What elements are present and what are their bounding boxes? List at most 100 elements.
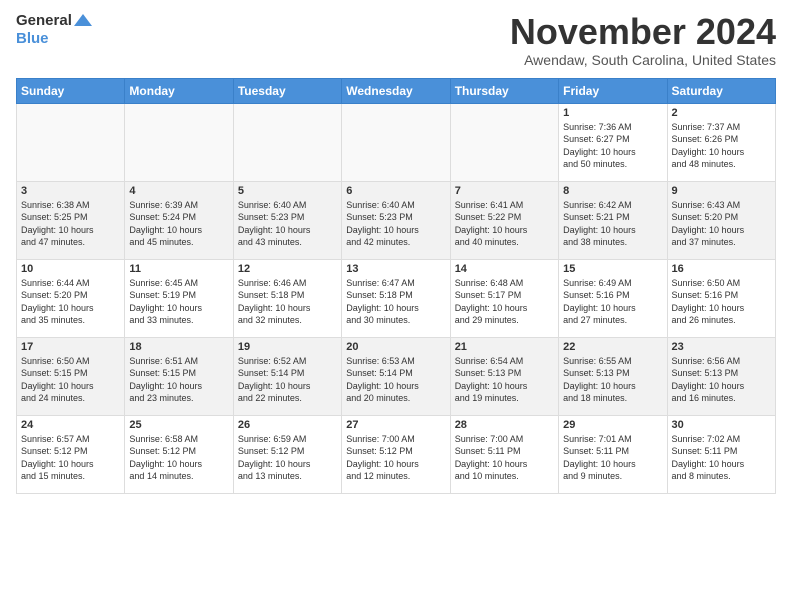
day-info: Sunrise: 6:46 AM Sunset: 5:18 PM Dayligh… (238, 277, 337, 327)
calendar-day-cell (125, 103, 233, 181)
day-info: Sunrise: 6:38 AM Sunset: 5:25 PM Dayligh… (21, 199, 120, 249)
header: General Blue November 2024 Awendaw, Sout… (16, 12, 776, 68)
calendar-week-row: 3 Sunrise: 6:38 AM Sunset: 5:25 PM Daylig… (17, 181, 776, 259)
day-number: 7 (455, 185, 554, 197)
day-info: Sunrise: 7:01 AM Sunset: 5:11 PM Dayligh… (563, 433, 662, 483)
day-info: Sunrise: 6:47 AM Sunset: 5:18 PM Dayligh… (346, 277, 445, 327)
calendar-day-cell: 27 Sunrise: 7:00 AM Sunset: 5:12 PM Dayli… (342, 415, 450, 493)
day-info: Sunrise: 6:58 AM Sunset: 5:12 PM Dayligh… (129, 433, 228, 483)
weekday-header-wednesday: Wednesday (342, 78, 450, 103)
day-number: 5 (238, 185, 337, 197)
calendar-day-cell: 11 Sunrise: 6:45 AM Sunset: 5:19 PM Dayli… (125, 259, 233, 337)
day-number: 12 (238, 263, 337, 275)
calendar-day-cell: 24 Sunrise: 6:57 AM Sunset: 5:12 PM Dayli… (17, 415, 125, 493)
day-info: Sunrise: 6:50 AM Sunset: 5:15 PM Dayligh… (21, 355, 120, 405)
day-info: Sunrise: 6:55 AM Sunset: 5:13 PM Dayligh… (563, 355, 662, 405)
day-info: Sunrise: 6:50 AM Sunset: 5:16 PM Dayligh… (672, 277, 771, 327)
day-number: 17 (21, 341, 120, 353)
calendar-day-cell: 15Sunrise: 6:49 AM Sunset: 5:16 PM Dayli… (559, 259, 667, 337)
day-number: 1 (563, 107, 662, 119)
calendar-day-cell: 4Sunrise: 6:39 AM Sunset: 5:24 PM Daylig… (125, 181, 233, 259)
calendar-day-cell: 18 Sunrise: 6:51 AM Sunset: 5:15 PM Dayli… (125, 337, 233, 415)
day-info: Sunrise: 6:45 AM Sunset: 5:19 PM Dayligh… (129, 277, 228, 327)
day-info: Sunrise: 6:56 AM Sunset: 5:13 PM Dayligh… (672, 355, 771, 405)
logo-text: General (16, 12, 72, 30)
calendar-day-cell: 8 Sunrise: 6:42 AM Sunset: 5:21 PM Daylig… (559, 181, 667, 259)
calendar-day-cell: 13 Sunrise: 6:47 AM Sunset: 5:18 PM Dayli… (342, 259, 450, 337)
day-number: 18 (129, 341, 228, 353)
day-number: 21 (455, 341, 554, 353)
weekday-header-tuesday: Tuesday (233, 78, 341, 103)
day-info: Sunrise: 6:43 AM Sunset: 5:20 PM Dayligh… (672, 199, 771, 249)
calendar-day-cell: 26 Sunrise: 6:59 AM Sunset: 5:12 PM Dayli… (233, 415, 341, 493)
day-info: Sunrise: 6:53 AM Sunset: 5:14 PM Dayligh… (346, 355, 445, 405)
day-number: 19 (238, 341, 337, 353)
day-number: 4 (129, 185, 228, 197)
month-title: November 2024 (510, 12, 776, 52)
day-number: 11 (129, 263, 228, 275)
day-number: 14 (455, 263, 554, 275)
calendar-day-cell: 12 Sunrise: 6:46 AM Sunset: 5:18 PM Dayli… (233, 259, 341, 337)
day-number: 29 (563, 419, 662, 431)
day-number: 2 (672, 107, 771, 119)
day-number: 30 (672, 419, 771, 431)
day-info: Sunrise: 6:59 AM Sunset: 5:12 PM Dayligh… (238, 433, 337, 483)
day-number: 8 (563, 185, 662, 197)
day-number: 27 (346, 419, 445, 431)
calendar-day-cell: 19 Sunrise: 6:52 AM Sunset: 5:14 PM Dayli… (233, 337, 341, 415)
calendar-day-cell: 9 Sunrise: 6:43 AM Sunset: 5:20 PM Daylig… (667, 181, 775, 259)
day-info: Sunrise: 6:57 AM Sunset: 5:12 PM Dayligh… (21, 433, 120, 483)
day-info: Sunrise: 6:40 AM Sunset: 5:23 PM Dayligh… (238, 199, 337, 249)
weekday-header-friday: Friday (559, 78, 667, 103)
day-info: Sunrise: 6:48 AM Sunset: 5:17 PM Dayligh… (455, 277, 554, 327)
logo-icon (74, 12, 92, 30)
calendar-day-cell: 22Sunrise: 6:55 AM Sunset: 5:13 PM Dayli… (559, 337, 667, 415)
calendar-day-cell: 1 Sunrise: 7:36 AM Sunset: 6:27 PM Daylig… (559, 103, 667, 181)
calendar-day-cell: 2 Sunrise: 7:37 AM Sunset: 6:26 PM Daylig… (667, 103, 775, 181)
calendar-week-row: 24 Sunrise: 6:57 AM Sunset: 5:12 PM Dayli… (17, 415, 776, 493)
day-number: 23 (672, 341, 771, 353)
weekday-header-thursday: Thursday (450, 78, 558, 103)
day-number: 10 (21, 263, 120, 275)
calendar-day-cell (233, 103, 341, 181)
calendar-day-cell: 6Sunrise: 6:40 AM Sunset: 5:23 PM Daylig… (342, 181, 450, 259)
calendar-week-row: 17 Sunrise: 6:50 AM Sunset: 5:15 PM Dayli… (17, 337, 776, 415)
weekday-header-monday: Monday (125, 78, 233, 103)
day-info: Sunrise: 6:54 AM Sunset: 5:13 PM Dayligh… (455, 355, 554, 405)
calendar-day-cell: 16 Sunrise: 6:50 AM Sunset: 5:16 PM Dayli… (667, 259, 775, 337)
day-number: 9 (672, 185, 771, 197)
calendar-day-cell (342, 103, 450, 181)
day-number: 28 (455, 419, 554, 431)
calendar-day-cell: 17 Sunrise: 6:50 AM Sunset: 5:15 PM Dayli… (17, 337, 125, 415)
calendar-day-cell: 3 Sunrise: 6:38 AM Sunset: 5:25 PM Daylig… (17, 181, 125, 259)
calendar-table: SundayMondayTuesdayWednesdayThursdayFrid… (16, 78, 776, 494)
logo-text2: Blue (16, 30, 49, 47)
weekday-header-saturday: Saturday (667, 78, 775, 103)
day-number: 20 (346, 341, 445, 353)
day-number: 25 (129, 419, 228, 431)
day-number: 6 (346, 185, 445, 197)
logo: General Blue (16, 12, 92, 48)
title-block: November 2024 Awendaw, South Carolina, U… (510, 12, 776, 68)
day-number: 13 (346, 263, 445, 275)
calendar-day-cell: 29 Sunrise: 7:01 AM Sunset: 5:11 PM Dayli… (559, 415, 667, 493)
calendar-day-cell: 28 Sunrise: 7:00 AM Sunset: 5:11 PM Dayli… (450, 415, 558, 493)
calendar-day-cell: 10Sunrise: 6:44 AM Sunset: 5:20 PM Dayli… (17, 259, 125, 337)
calendar-week-row: 1 Sunrise: 7:36 AM Sunset: 6:27 PM Daylig… (17, 103, 776, 181)
day-number: 24 (21, 419, 120, 431)
day-info: Sunrise: 6:42 AM Sunset: 5:21 PM Dayligh… (563, 199, 662, 249)
calendar-day-cell: 14 Sunrise: 6:48 AM Sunset: 5:17 PM Dayli… (450, 259, 558, 337)
day-info: Sunrise: 7:00 AM Sunset: 5:12 PM Dayligh… (346, 433, 445, 483)
weekday-header-row: SundayMondayTuesdayWednesdayThursdayFrid… (17, 78, 776, 103)
calendar-day-cell: 20 Sunrise: 6:53 AM Sunset: 5:14 PM Dayli… (342, 337, 450, 415)
day-info: Sunrise: 6:49 AM Sunset: 5:16 PM Dayligh… (563, 277, 662, 327)
day-number: 16 (672, 263, 771, 275)
day-info: Sunrise: 7:36 AM Sunset: 6:27 PM Dayligh… (563, 121, 662, 171)
day-info: Sunrise: 7:00 AM Sunset: 5:11 PM Dayligh… (455, 433, 554, 483)
day-info: Sunrise: 6:52 AM Sunset: 5:14 PM Dayligh… (238, 355, 337, 405)
day-number: 26 (238, 419, 337, 431)
day-info: Sunrise: 7:37 AM Sunset: 6:26 PM Dayligh… (672, 121, 771, 171)
day-number: 3 (21, 185, 120, 197)
day-info: Sunrise: 6:51 AM Sunset: 5:15 PM Dayligh… (129, 355, 228, 405)
calendar-day-cell: 25 Sunrise: 6:58 AM Sunset: 5:12 PM Dayli… (125, 415, 233, 493)
